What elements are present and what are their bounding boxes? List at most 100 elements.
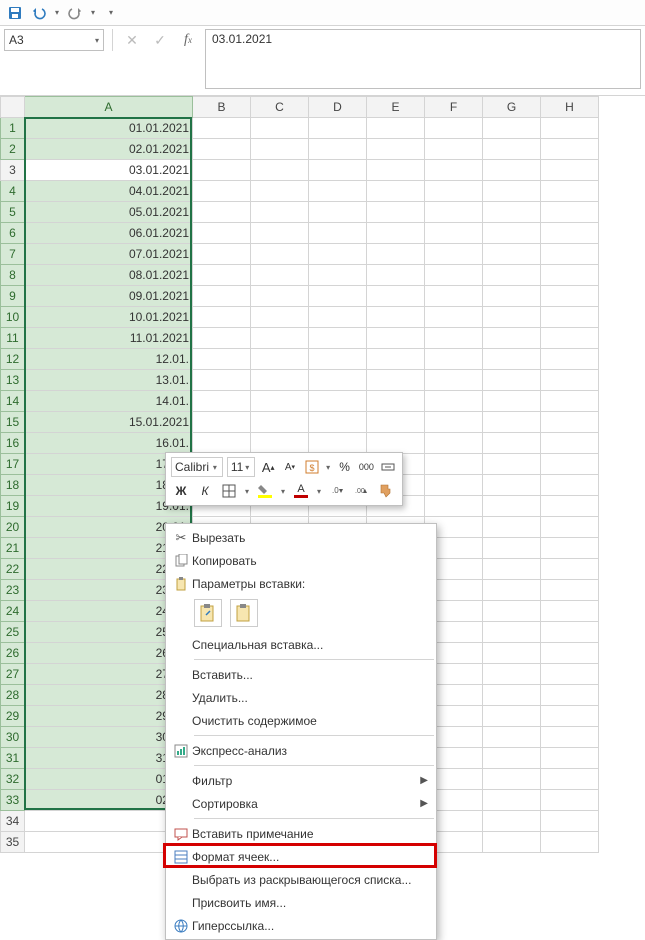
redo-button[interactable]: [64, 2, 86, 24]
cell-G35[interactable]: [483, 832, 541, 853]
cell-H21[interactable]: [541, 538, 599, 559]
cell-H2[interactable]: [541, 139, 599, 160]
col-header-F[interactable]: F: [425, 97, 483, 118]
cell-G6[interactable]: [483, 223, 541, 244]
cell-B8[interactable]: [193, 265, 251, 286]
cell-D5[interactable]: [309, 202, 367, 223]
cell-G22[interactable]: [483, 559, 541, 580]
cell-D16[interactable]: [309, 433, 367, 454]
cell-F18[interactable]: [425, 475, 483, 496]
cell-G7[interactable]: [483, 244, 541, 265]
row-header-20[interactable]: 20: [1, 517, 25, 538]
paste-values-button[interactable]: [230, 599, 258, 627]
cell-C14[interactable]: [251, 391, 309, 412]
decrease-font-icon[interactable]: A▾: [281, 457, 299, 477]
cell-A3[interactable]: 03.01.2021: [25, 160, 193, 181]
cell-B5[interactable]: [193, 202, 251, 223]
cell-H6[interactable]: [541, 223, 599, 244]
cell-H14[interactable]: [541, 391, 599, 412]
menu-define-name[interactable]: Присвоить имя...: [166, 891, 436, 914]
cell-F2[interactable]: [425, 139, 483, 160]
cell-C9[interactable]: [251, 286, 309, 307]
col-header-C[interactable]: C: [251, 97, 309, 118]
row-header-31[interactable]: 31: [1, 748, 25, 769]
font-name-combo[interactable]: Calibri ▾: [171, 457, 223, 477]
cell-H25[interactable]: [541, 622, 599, 643]
row-header-32[interactable]: 32: [1, 769, 25, 790]
cell-D1[interactable]: [309, 118, 367, 139]
cell-A2[interactable]: 02.01.2021: [25, 139, 193, 160]
cell-C12[interactable]: [251, 349, 309, 370]
row-header-26[interactable]: 26: [1, 643, 25, 664]
cell-D7[interactable]: [309, 244, 367, 265]
cell-B7[interactable]: [193, 244, 251, 265]
menu-paste-special[interactable]: Специальная вставка...: [166, 633, 436, 656]
cell-G16[interactable]: [483, 433, 541, 454]
col-header-H[interactable]: H: [541, 97, 599, 118]
cell-A16[interactable]: 16.01.: [25, 433, 193, 454]
cell-A1[interactable]: 01.01.2021: [25, 118, 193, 139]
cell-C1[interactable]: [251, 118, 309, 139]
cancel-formula-icon[interactable]: ✕: [121, 29, 143, 51]
font-size-combo[interactable]: 11 ▾: [227, 457, 255, 477]
cell-B9[interactable]: [193, 286, 251, 307]
cell-A10[interactable]: 10.01.2021: [25, 307, 193, 328]
cell-H23[interactable]: [541, 580, 599, 601]
cell-G28[interactable]: [483, 685, 541, 706]
cell-G11[interactable]: [483, 328, 541, 349]
cell-G25[interactable]: [483, 622, 541, 643]
row-header-18[interactable]: 18: [1, 475, 25, 496]
cell-H27[interactable]: [541, 664, 599, 685]
cell-D4[interactable]: [309, 181, 367, 202]
cell-F10[interactable]: [425, 307, 483, 328]
cell-G12[interactable]: [483, 349, 541, 370]
cell-D14[interactable]: [309, 391, 367, 412]
cell-F8[interactable]: [425, 265, 483, 286]
cell-E4[interactable]: [367, 181, 425, 202]
cell-E9[interactable]: [367, 286, 425, 307]
cell-H15[interactable]: [541, 412, 599, 433]
row-header-9[interactable]: 9: [1, 286, 25, 307]
menu-copy[interactable]: Копировать: [166, 549, 436, 572]
cell-D8[interactable]: [309, 265, 367, 286]
menu-cut[interactable]: ✂ Вырезать: [166, 526, 436, 549]
row-header-23[interactable]: 23: [1, 580, 25, 601]
cell-H8[interactable]: [541, 265, 599, 286]
formula-input[interactable]: 03.01.2021: [205, 29, 641, 89]
cell-A8[interactable]: 08.01.2021: [25, 265, 193, 286]
row-header-1[interactable]: 1: [1, 118, 25, 139]
row-header-4[interactable]: 4: [1, 181, 25, 202]
row-header-17[interactable]: 17: [1, 454, 25, 475]
increase-font-icon[interactable]: A▴: [259, 457, 277, 477]
row-header-14[interactable]: 14: [1, 391, 25, 412]
cell-E7[interactable]: [367, 244, 425, 265]
cell-F12[interactable]: [425, 349, 483, 370]
cell-H10[interactable]: [541, 307, 599, 328]
cell-H9[interactable]: [541, 286, 599, 307]
cell-E11[interactable]: [367, 328, 425, 349]
cell-G29[interactable]: [483, 706, 541, 727]
col-header-A[interactable]: A: [25, 97, 193, 118]
row-header-29[interactable]: 29: [1, 706, 25, 727]
fx-icon[interactable]: fx: [177, 29, 199, 51]
cell-B4[interactable]: [193, 181, 251, 202]
name-box[interactable]: A3 ▾: [4, 29, 104, 51]
col-header-E[interactable]: E: [367, 97, 425, 118]
menu-delete[interactable]: Удалить...: [166, 686, 436, 709]
cell-F1[interactable]: [425, 118, 483, 139]
row-header-7[interactable]: 7: [1, 244, 25, 265]
cell-C4[interactable]: [251, 181, 309, 202]
menu-format-cells[interactable]: Формат ячеек...: [166, 845, 436, 868]
border-icon[interactable]: [219, 481, 239, 501]
qat-customize[interactable]: ▾: [106, 2, 116, 24]
cell-B15[interactable]: [193, 412, 251, 433]
cell-E3[interactable]: [367, 160, 425, 181]
cell-H33[interactable]: [541, 790, 599, 811]
cell-G4[interactable]: [483, 181, 541, 202]
cell-B3[interactable]: [193, 160, 251, 181]
row-header-10[interactable]: 10: [1, 307, 25, 328]
cell-G23[interactable]: [483, 580, 541, 601]
cell-F19[interactable]: [425, 496, 483, 517]
cell-D13[interactable]: [309, 370, 367, 391]
row-header-21[interactable]: 21: [1, 538, 25, 559]
